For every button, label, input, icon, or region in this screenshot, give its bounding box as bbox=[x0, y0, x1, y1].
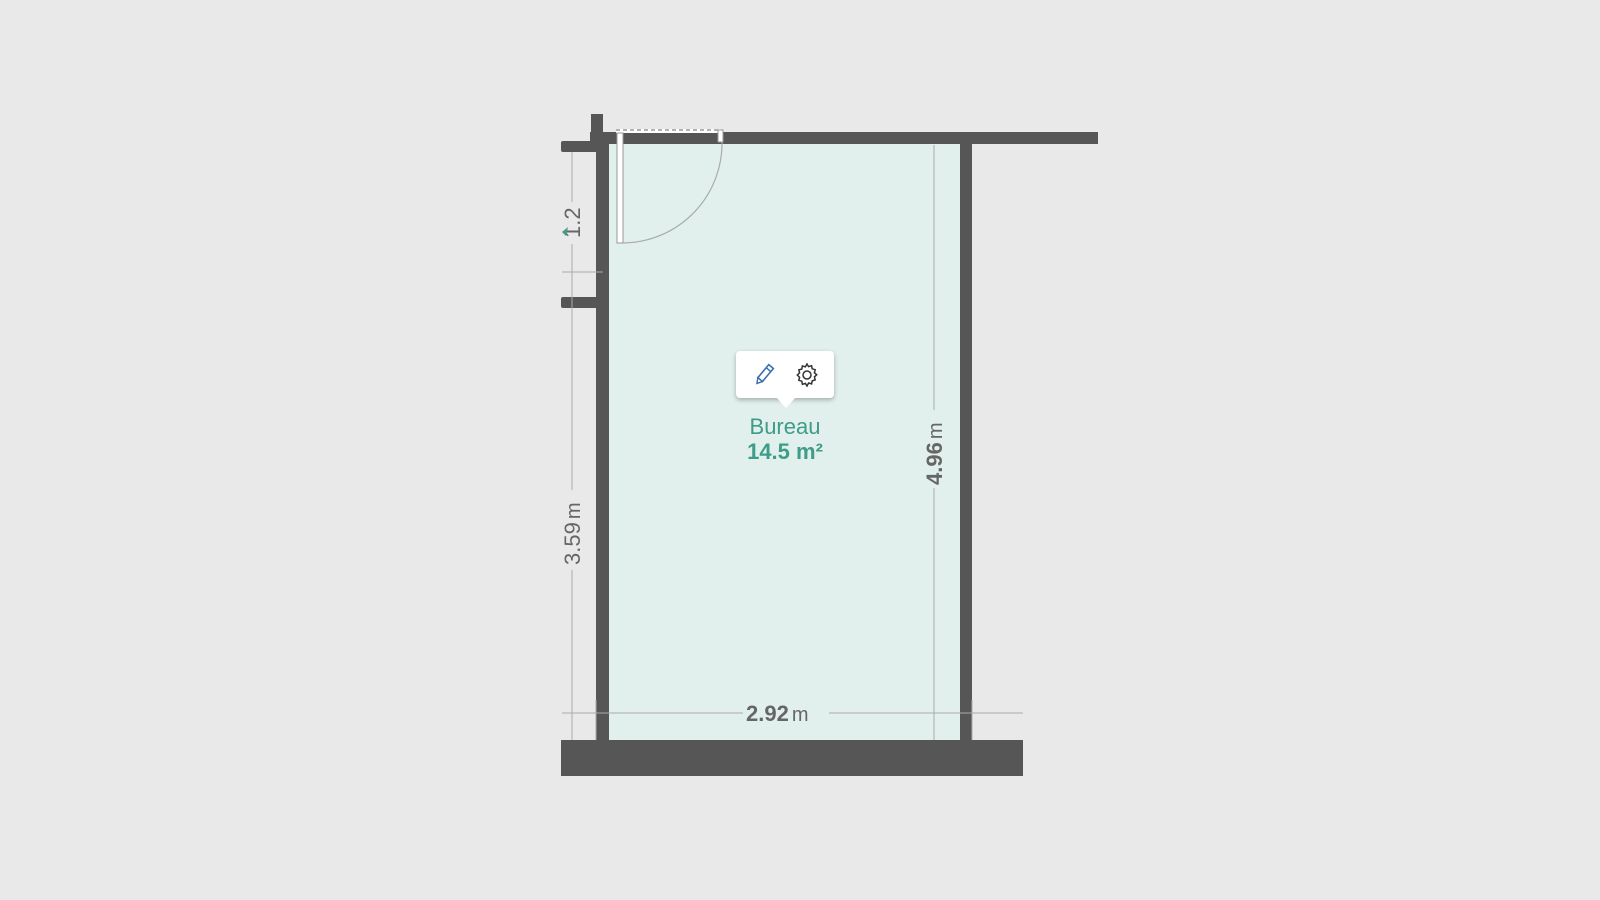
svg-text:4.96m: 4.96m bbox=[922, 423, 947, 486]
floor-plan-canvas[interactable]: 1.2 3.59m 4.96m 2.92 m Bureau 14.5 m² bbox=[0, 0, 1600, 900]
pencil-icon bbox=[755, 363, 774, 384]
gear-icon bbox=[795, 362, 818, 388]
bottom-wall[interactable] bbox=[561, 740, 1023, 776]
door-leaf bbox=[616, 132, 624, 244]
room-area: 14.5 m² bbox=[747, 439, 823, 464]
right-wall[interactable] bbox=[960, 140, 972, 740]
room-popup-toolbar bbox=[736, 351, 834, 408]
room-name: Bureau bbox=[749, 414, 821, 439]
dimension-label-left-top: 1.2 bbox=[560, 202, 585, 244]
svg-text:2.92m: 2.92 m bbox=[746, 701, 809, 726]
left-stub-top[interactable] bbox=[561, 141, 603, 152]
dimension-label-left-bottom: 3.59m bbox=[560, 490, 585, 570]
dimension-label-bottom: 2.92 m bbox=[743, 700, 829, 726]
edit-room-button[interactable] bbox=[746, 357, 782, 393]
left-stub-middle[interactable] bbox=[561, 297, 603, 308]
room-settings-button[interactable] bbox=[789, 357, 825, 393]
left-wall[interactable] bbox=[596, 140, 609, 740]
svg-text:3.59m: 3.59m bbox=[560, 503, 585, 566]
dimension-label-right: 4.96m bbox=[921, 410, 947, 488]
corner-post[interactable] bbox=[591, 114, 603, 144]
room-label[interactable]: Bureau 14.5 m² bbox=[705, 414, 865, 464]
top-wall[interactable] bbox=[590, 132, 1098, 144]
